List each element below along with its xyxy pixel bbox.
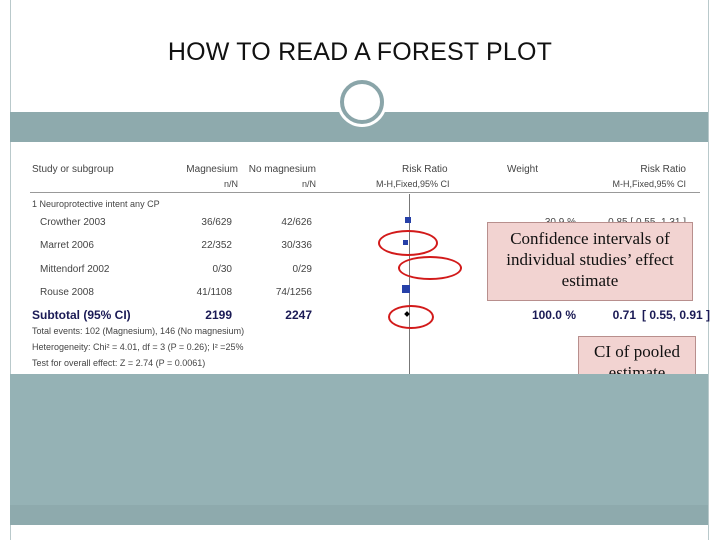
- header-study: Study or subgroup: [32, 164, 114, 175]
- study-name: Marret 2006: [40, 240, 94, 251]
- highlight-ellipse: [398, 256, 462, 280]
- study-g1: 0/30: [212, 264, 232, 275]
- study-g1: 41/1108: [196, 287, 232, 298]
- header-group2-sub: n/N: [301, 179, 316, 189]
- study-name: Crowther 2003: [40, 217, 106, 228]
- subtotal-g1: 2199: [205, 308, 232, 322]
- highlight-ellipse: [378, 230, 438, 256]
- header-rr-sub: M-H,Fixed,95% CI: [376, 179, 450, 189]
- study-g2: 0/29: [292, 264, 312, 275]
- header-rr2: Risk Ratio: [640, 164, 686, 175]
- study-name: Rouse 2008: [40, 287, 94, 298]
- study-g2: 74/1256: [275, 287, 312, 298]
- header-rr: Risk Ratio: [402, 164, 448, 175]
- footnote-heterogeneity: Heterogeneity: Chi² = 4.01, df = 3 (P = …: [32, 342, 244, 352]
- right-frame-line: [708, 0, 709, 540]
- header-group2: No magnesium: [248, 164, 316, 175]
- lower-pane: [10, 374, 708, 505]
- footnote-overall-effect: Test for overall effect: Z = 2.74 (P = 0…: [32, 358, 206, 368]
- callout-individual-ci: Confidence intervals of individual studi…: [487, 222, 693, 301]
- footnote-events: Total events: 102 (Magnesium), 146 (No m…: [32, 326, 245, 336]
- study-g2: 42/626: [281, 217, 312, 228]
- subtotal-weight: 100.0 %: [531, 308, 576, 322]
- header-weight: Weight: [507, 164, 538, 175]
- subtotal-estimate: 0.71: [612, 308, 636, 322]
- study-effect-marker: [402, 285, 410, 293]
- header-rr2-sub: M-H,Fixed,95% CI: [612, 179, 686, 189]
- study-name: Mittendorf 2002: [40, 264, 110, 275]
- bottom-accent-band: [10, 505, 708, 525]
- ring-ornament-icon: [340, 80, 384, 124]
- highlight-ellipse: [388, 305, 434, 329]
- subtotal-g2: 2247: [285, 308, 312, 322]
- header-divider: [30, 192, 700, 193]
- subgroup-title: 1 Neuroprotective intent any CP: [32, 199, 160, 209]
- study-g2: 30/336: [281, 240, 312, 251]
- subtotal-label: Subtotal (95% CI): [32, 308, 131, 322]
- study-g1: 22/352: [201, 240, 232, 251]
- study-g1: 36/629: [201, 217, 232, 228]
- slide-title: HOW TO READ A FOREST PLOT: [167, 38, 553, 66]
- subtotal-ci: [ 0.55, 0.91 ]: [642, 308, 711, 322]
- study-effect-marker: [405, 217, 411, 223]
